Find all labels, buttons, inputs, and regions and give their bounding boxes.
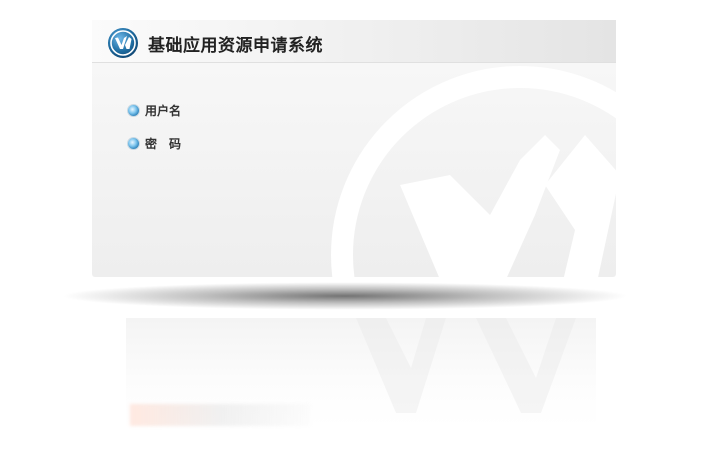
- username-field[interactable]: 用户名: [128, 101, 181, 119]
- reflection-logo-icon: [356, 318, 576, 413]
- login-panel: 基础应用资源申请系统 用户名 密 码: [92, 20, 616, 277]
- reflection-text: [130, 404, 310, 426]
- bullet-icon: [128, 137, 139, 149]
- watermark-logo-icon: [331, 66, 616, 277]
- password-field[interactable]: 密 码: [128, 134, 181, 152]
- bullet-icon: [128, 104, 139, 116]
- header-bar: 基础应用资源申请系统: [92, 20, 616, 63]
- password-label: 密 码: [145, 136, 182, 151]
- username-label: 用户名: [145, 103, 182, 118]
- page-title: 基础应用资源申请系统: [148, 36, 323, 56]
- panel-shadow: [60, 282, 630, 310]
- va-logo-icon: [108, 28, 138, 58]
